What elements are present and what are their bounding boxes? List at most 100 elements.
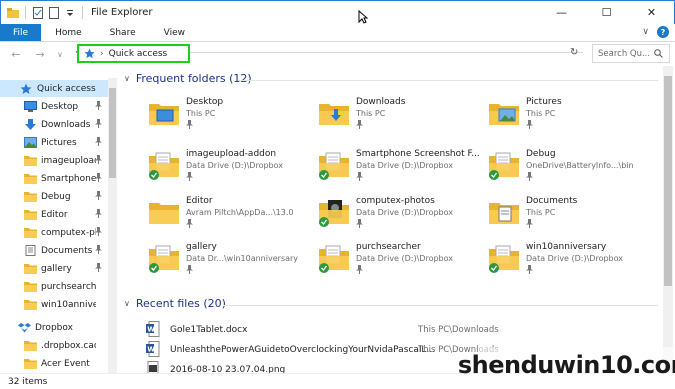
folder-icon — [318, 196, 350, 228]
sidebar-scrollbar[interactable] — [108, 78, 117, 373]
sidebar-item[interactable]: Quick access — [0, 80, 108, 97]
tab-share[interactable]: Share — [96, 24, 150, 41]
sidebar-item[interactable]: Debug — [0, 188, 108, 205]
sidebar-item[interactable]: .dropbox.cache — [0, 337, 108, 354]
sidebar-item[interactable]: Dropbox — [0, 319, 108, 336]
collapse-chevron-icon: ∨ — [124, 299, 130, 308]
desktop-icon — [24, 101, 37, 112]
sidebar-item[interactable]: Smartphone S — [0, 170, 108, 187]
folder-tile[interactable]: Pictures This PC — [488, 97, 658, 143]
sidebar-item[interactable]: Desktop — [0, 98, 108, 115]
folder-tile[interactable]: Smartphone Screenshot F... Data Drive (D:… — [318, 149, 488, 195]
folder-tile[interactable]: gallery Data Dr...\win10anniversary — [148, 242, 318, 288]
sidebar-item-label: Smartphone S — [41, 173, 96, 184]
pin-icon — [526, 172, 533, 183]
sidebar-item-label: Acer Event — [41, 358, 90, 369]
folder-icon — [148, 149, 180, 181]
recent-file-name: UnleashthePowerAGuidetoOverclockingYourN… — [170, 345, 435, 355]
pin-icon — [95, 101, 102, 112]
folder-tile[interactable]: Debug OneDrive\BatteryInfo...\bin — [488, 149, 658, 195]
mouse-cursor-icon — [358, 10, 368, 24]
svg-text:W: W — [147, 325, 155, 333]
maximize-button[interactable]: ☐ — [584, 1, 629, 24]
recent-files-header[interactable]: ∨ Recent files (20) — [124, 297, 226, 310]
frequent-folders-header[interactable]: ∨ Frequent folders (12) — [124, 72, 252, 85]
close-button[interactable]: ✕ — [629, 1, 674, 24]
folder-tile[interactable]: Desktop This PC — [148, 97, 318, 143]
quick-access-toolbar — [1, 6, 85, 19]
window-controls: — ☐ ✕ — [539, 1, 674, 24]
search-box[interactable]: Search Qu... — [592, 44, 670, 63]
star-icon — [84, 48, 95, 59]
folder-location: Data Drive (D:)\Dropbox — [356, 161, 454, 170]
sidebar-item[interactable]: computex-ph — [0, 224, 108, 241]
sidebar-item[interactable]: Editor — [0, 206, 108, 223]
pin-icon — [526, 120, 533, 131]
recent-files-title: Recent files (20) — [135, 297, 226, 310]
refresh-button[interactable]: ↻ — [570, 47, 578, 58]
sidebar-item[interactable]: purchsearcher — [0, 278, 108, 295]
address-bar-extension — [190, 52, 583, 53]
sidebar-item-label: .dropbox.cache — [41, 340, 96, 351]
tab-home[interactable]: Home — [41, 24, 96, 41]
help-icon: ? — [660, 27, 666, 37]
back-button[interactable]: ← — [8, 48, 24, 61]
pin-icon — [356, 120, 363, 131]
folder-tile[interactable]: Documents This PC — [488, 196, 658, 242]
customize-toolbar-icon[interactable] — [64, 7, 76, 19]
folder-tile[interactable]: purchsearcher Data Drive (D:)\Dropbox — [318, 242, 488, 288]
section-divider — [238, 80, 658, 81]
ribbon-tabs: File Home Share View ∨ ? — [0, 24, 675, 42]
folder-icon — [24, 281, 37, 292]
folder-icon — [318, 242, 350, 274]
content-scroll-thumb[interactable] — [664, 76, 672, 286]
folder-icon — [488, 242, 520, 274]
sidebar-item[interactable]: imageupload — [0, 152, 108, 169]
tab-file[interactable]: File — [0, 24, 42, 41]
folder-location: Data Drive (D:)\Dropbox — [356, 254, 454, 263]
folder-tile[interactable]: Downloads This PC — [318, 97, 488, 143]
expand-ribbon-button[interactable]: ∨ — [642, 27, 649, 37]
sidebar-item[interactable]: Downloads — [0, 116, 108, 133]
sidebar-scroll-thumb[interactable] — [109, 88, 116, 178]
address-bar[interactable]: › Quick access — [77, 44, 190, 63]
collapse-chevron-icon: ∨ — [124, 74, 130, 83]
search-input[interactable]: Search Qu... — [598, 49, 650, 59]
folder-icon — [24, 191, 37, 202]
sidebar-item-label: Pictures — [41, 137, 77, 148]
recent-file-location: This PC\Downloads — [418, 325, 499, 335]
folder-name: Documents — [526, 196, 578, 206]
pin-icon — [526, 219, 533, 230]
content-pane: ∨ Frequent folders (12) Desktop This PC Do… — [118, 66, 663, 373]
help-button[interactable]: ? — [657, 26, 669, 38]
pin-icon — [95, 119, 102, 130]
forward-button[interactable]: → — [32, 48, 48, 61]
folder-location: Data Drive (D:)\Dropbox — [186, 161, 284, 170]
folder-tile[interactable]: win10anniversary Data Drive (D:)\Dropbox — [488, 242, 658, 288]
sidebar-item[interactable]: win10anniversar — [0, 296, 108, 313]
folder-tile[interactable]: computex-photos Data Drive (D:)\Dropbox — [318, 196, 488, 242]
sidebar-item[interactable]: Pictures — [0, 134, 108, 151]
recent-locations-button[interactable]: ∨ — [52, 50, 68, 59]
folder-tile[interactable]: imageupload-addon Data Drive (D:)\Dropbox — [148, 149, 318, 195]
folder-icon — [24, 358, 37, 369]
properties-icon[interactable] — [32, 6, 44, 19]
folder-tile[interactable]: Editor Avram Piltch\AppDa...\13.0 — [148, 196, 318, 242]
pin-icon — [356, 172, 363, 183]
new-folder-icon[interactable] — [48, 6, 60, 19]
sidebar-item-label: Documents — [41, 245, 93, 256]
sidebar-item[interactable]: Acer Event — [0, 355, 108, 372]
minimize-button[interactable]: — — [539, 1, 584, 24]
search-icon — [654, 49, 663, 58]
sidebar-item[interactable]: gallery — [0, 260, 108, 277]
recent-file-row[interactable]: W Gole1Tablet.docx This PC\Downloads — [146, 320, 646, 338]
sidebar-item-label: Debug — [41, 191, 71, 202]
content-scrollbar[interactable] — [663, 66, 673, 373]
sidebar-item[interactable]: Documents — [0, 242, 108, 259]
recent-file-name: Gole1Tablet.docx — [170, 325, 248, 335]
sidebar-item-label: Dropbox — [35, 322, 73, 333]
breadcrumb-quick-access[interactable]: Quick access — [109, 49, 168, 59]
tab-view[interactable]: View — [150, 24, 199, 41]
window-title: File Explorer — [91, 7, 153, 18]
sidebar-item-label: Desktop — [41, 101, 79, 112]
